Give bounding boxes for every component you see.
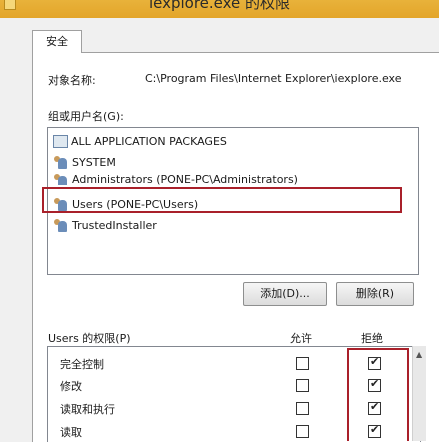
group-name: ALL APPLICATION PACKAGES: [71, 134, 227, 148]
permission-name: 完全控制: [60, 358, 104, 371]
permissions-scrollbar[interactable]: ▲: [412, 346, 426, 441]
tab-security[interactable]: 安全: [32, 30, 82, 53]
group-name: Administrators (PONE-PC\Administrators): [72, 173, 298, 185]
deny-column-highlight-box: [347, 348, 409, 441]
users-icon: [53, 155, 69, 169]
groups-label: 组或用户名(G):: [48, 110, 124, 123]
list-item[interactable]: TrustedInstaller: [53, 215, 157, 235]
allow-checkbox[interactable]: [296, 402, 309, 415]
list-item[interactable]: ALL APPLICATION PACKAGES: [53, 131, 227, 151]
users-icon: [53, 173, 69, 185]
deny-header: 拒绝: [361, 332, 383, 345]
users-icon: [53, 218, 69, 232]
list-item[interactable]: SYSTEM: [53, 152, 116, 172]
permissions-label: Users 的权限(P): [48, 332, 131, 345]
group-name: TrustedInstaller: [72, 218, 157, 232]
allow-checkbox[interactable]: [296, 425, 309, 438]
allow-checkbox[interactable]: [296, 379, 309, 392]
permission-name: 读取和执行: [60, 403, 115, 416]
group-name: SYSTEM: [72, 155, 116, 169]
add-button[interactable]: 添加(D)...: [243, 282, 327, 306]
scroll-up-icon[interactable]: ▲: [416, 350, 422, 359]
permission-name: 修改: [60, 380, 82, 393]
object-name-value: C:\Program Files\Internet Explorer\iexpl…: [145, 72, 402, 85]
permission-name: 读取: [60, 426, 82, 439]
allow-checkbox[interactable]: [296, 357, 309, 370]
selection-highlight-box: [42, 187, 402, 213]
object-name-label: 对象名称:: [48, 74, 96, 87]
window-title: iexplore.exe 的权限: [148, 0, 291, 12]
allow-header: 允许: [290, 332, 312, 345]
list-item[interactable]: Administrators (PONE-PC\Administrators): [53, 173, 298, 185]
title-bar: iexplore.exe 的权限: [0, 0, 439, 18]
package-icon: [53, 134, 68, 148]
remove-button[interactable]: 删除(R): [336, 282, 414, 306]
